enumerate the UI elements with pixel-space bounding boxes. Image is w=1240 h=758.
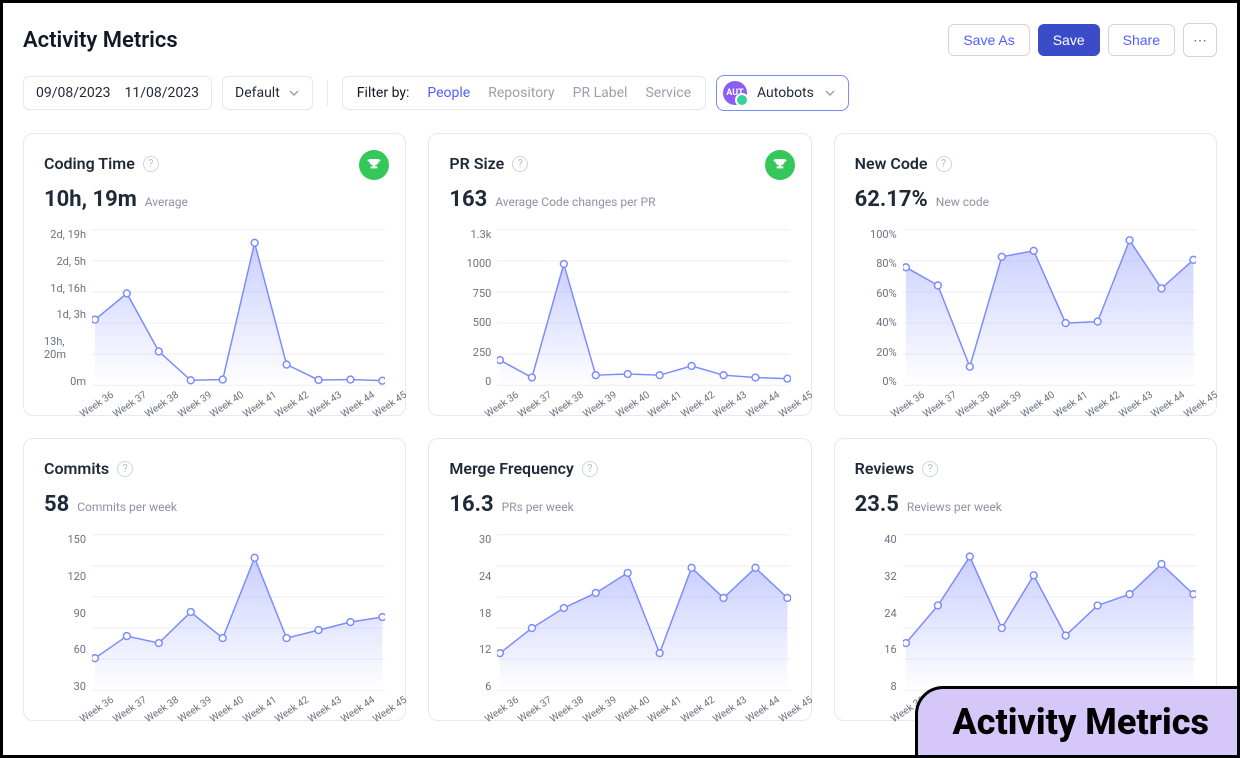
metric-value: 58 (44, 492, 69, 517)
metric-value: 23.5 (855, 492, 899, 517)
chart-merge-frequency: 302418126 (449, 533, 790, 693)
chart-commits: 150120906030 (44, 533, 385, 693)
chevron-down-icon (824, 87, 836, 99)
card-title: Reviews (855, 459, 915, 478)
card-title: Commits (44, 459, 109, 478)
filter-option-people[interactable]: People (427, 85, 470, 101)
header-actions: Save As Save Share ⋯ (948, 23, 1217, 57)
chart-pr-size: 1.3k10007505002500 (449, 228, 790, 388)
metric-sub: Average (145, 195, 188, 209)
x-axis: Week 36Week 37Week 38Week 39Week 40Week … (92, 392, 385, 403)
metric-sub: New code (936, 195, 989, 209)
compare-select[interactable]: Default (222, 76, 313, 110)
card-new-code: New Code ? 62.17% New code 100%80%60%40%… (834, 133, 1217, 416)
help-icon[interactable]: ? (936, 156, 952, 172)
compare-select-value: Default (235, 85, 280, 101)
team-chip[interactable]: AUT Autobots (716, 75, 849, 111)
date-from: 09/08/2023 (36, 85, 111, 101)
help-icon[interactable]: ? (512, 156, 528, 172)
save-button[interactable]: Save (1038, 24, 1100, 56)
share-button[interactable]: Share (1108, 24, 1175, 56)
trophy-icon (765, 150, 795, 180)
metric-sub: Average Code changes per PR (495, 195, 655, 209)
y-axis: 403224168 (855, 533, 903, 693)
x-axis: Week 36Week 37Week 38Week 39Week 40Week … (497, 392, 790, 403)
cards-grid: Coding Time ? 10h, 19m Average 2d, 19h2d… (23, 133, 1217, 721)
x-axis: Week 36Week 37Week 38Week 39Week 40Week … (903, 392, 1196, 403)
metric-sub: Reviews per week (907, 500, 1002, 514)
y-axis: 150120906030 (44, 533, 92, 693)
date-range-picker[interactable]: 09/08/2023 11/08/2023 (23, 76, 212, 110)
chart-new-code: 100%80%60%40%20%0% (855, 228, 1196, 388)
filter-option-service[interactable]: Service (645, 85, 691, 101)
floating-tag: Activity Metrics (915, 686, 1237, 755)
metric-sub: PRs per week (502, 500, 574, 514)
divider (327, 80, 328, 106)
y-axis: 100%80%60%40%20%0% (855, 228, 903, 388)
more-menu-button[interactable]: ⋯ (1183, 23, 1217, 57)
card-commits: Commits ? 58 Commits per week 1501209060… (23, 438, 406, 721)
card-title: Merge Frequency (449, 459, 574, 478)
card-pr-size: PR Size ? 163 Average Code changes per P… (428, 133, 811, 416)
chevron-down-icon (288, 87, 300, 99)
metric-value: 10h, 19m (44, 187, 137, 212)
y-axis: 1.3k10007505002500 (449, 228, 497, 388)
metric-value: 62.17% (855, 187, 928, 212)
card-title: New Code (855, 154, 928, 173)
filters-row: 09/08/2023 11/08/2023 Default Filter by:… (23, 75, 1217, 111)
metric-value: 163 (449, 187, 487, 212)
metric-value: 16.3 (449, 492, 493, 517)
y-axis: 302418126 (449, 533, 497, 693)
chart-coding-time: 2d, 19h2d, 5h1d, 16h1d, 3h13h, 20m0m (44, 228, 385, 388)
ellipsis-icon: ⋯ (1193, 32, 1207, 49)
card-title: Coding Time (44, 154, 135, 173)
team-name: Autobots (757, 85, 814, 101)
filter-by-panel: Filter by: People Repository PR Label Se… (342, 76, 706, 110)
page-title: Activity Metrics (23, 28, 178, 53)
card-title: PR Size (449, 154, 504, 173)
filter-option-repository[interactable]: Repository (488, 85, 554, 101)
filter-by-label: Filter by: (357, 85, 410, 101)
save-as-button[interactable]: Save As (948, 24, 1029, 56)
card-reviews: Reviews ? 23.5 Reviews per week 40322416… (834, 438, 1217, 721)
y-axis: 2d, 19h2d, 5h1d, 16h1d, 3h13h, 20m0m (44, 228, 92, 388)
filter-option-pr-label[interactable]: PR Label (573, 85, 628, 101)
help-icon[interactable]: ? (117, 461, 133, 477)
team-avatar: AUT (723, 81, 747, 105)
help-icon[interactable]: ? (582, 461, 598, 477)
card-merge-frequency: Merge Frequency ? 16.3 PRs per week 3024… (428, 438, 811, 721)
trophy-icon (359, 150, 389, 180)
metric-sub: Commits per week (77, 500, 177, 514)
x-axis: Week 36Week 37Week 38Week 39Week 40Week … (497, 697, 790, 708)
help-icon[interactable]: ? (143, 156, 159, 172)
x-axis: Week 36Week 37Week 38Week 39Week 40Week … (92, 697, 385, 708)
chart-reviews: 403224168 (855, 533, 1196, 693)
card-coding-time: Coding Time ? 10h, 19m Average 2d, 19h2d… (23, 133, 406, 416)
help-icon[interactable]: ? (922, 461, 938, 477)
date-to: 11/08/2023 (125, 85, 200, 101)
